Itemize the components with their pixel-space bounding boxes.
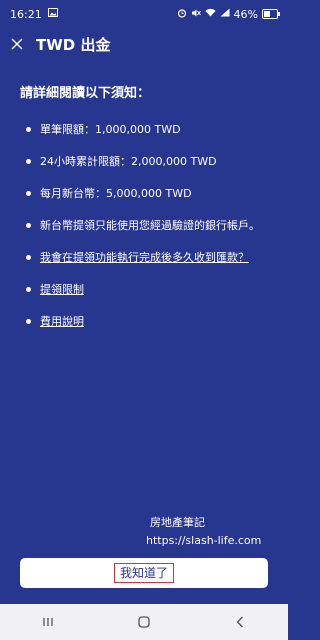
close-button[interactable] [6,33,28,55]
app-bar: TWD 出金 [0,28,288,60]
list-item: 24小時累計限額：2,000,000 TWD [20,153,268,170]
list-item: 每月新台幣：5,000,000 TWD [20,185,268,202]
bullet-icon [26,159,31,164]
battery-percent: 46% [233,7,258,21]
notice-text: 每月新台幣：5,000,000 TWD [40,187,192,200]
wifi-icon [205,8,216,20]
bullet-icon [26,223,31,228]
acknowledge-button-label: 我知道了 [113,563,174,583]
back-button[interactable] [220,607,260,637]
status-bar: 16:21 46% [0,0,288,28]
page-title: TWD 出金 [36,35,111,54]
home-button[interactable] [124,607,164,637]
bullet-icon [26,319,31,324]
list-item: 新台幣提領只能使用您經過驗證的銀行帳戶。 [20,217,268,234]
notice-text: 24小時累計限額：2,000,000 TWD [40,155,217,168]
status-time: 16:21 [10,7,42,21]
list-item: 提領限制 [20,281,268,298]
notice-text: 單筆限額：1,000,000 TWD [40,123,181,136]
faq-transfer-time-link[interactable]: 我會在提領功能執行完成後多久收到匯款？ [40,251,249,264]
list-item: 費用說明 [20,313,268,330]
recent-apps-button[interactable] [28,607,68,637]
mute-icon [191,8,201,21]
bullet-icon [26,287,31,292]
acknowledge-button[interactable]: 我知道了 [20,558,268,588]
back-icon [236,616,243,628]
notice-content: 請詳細閱讀以下須知： 單筆限額：1,000,000 TWD 24小時累計限額：2… [0,82,288,345]
withdrawal-limits-link[interactable]: 提領限制 [40,283,84,296]
alarm-icon [177,8,187,21]
close-icon [11,38,23,50]
notice-text: 新台幣提領只能使用您經過驗證的銀行帳戶。 [40,219,260,232]
home-icon [138,616,150,628]
bullet-icon [26,191,31,196]
signal-icon [220,8,230,20]
fee-info-link[interactable]: 費用說明 [40,315,84,328]
gallery-notification-icon [47,8,58,20]
notice-heading: 請詳細閱讀以下須知： [20,86,151,101]
list-item: 單筆限額：1,000,000 TWD [20,121,268,138]
watermark: 房地產筆記 https://slash-life.com [146,514,261,550]
battery-icon [262,9,280,19]
bullet-icon [26,255,31,260]
notice-list: 單筆限額：1,000,000 TWD 24小時累計限額：2,000,000 TW… [20,121,268,330]
recent-apps-icon [43,618,53,626]
list-item: 我會在提領功能執行完成後多久收到匯款？ [20,249,268,266]
system-nav-bar [0,604,288,640]
watermark-title: 房地產筆記 [150,516,205,529]
watermark-url: https://slash-life.com [146,534,262,547]
bullet-icon [26,127,31,132]
